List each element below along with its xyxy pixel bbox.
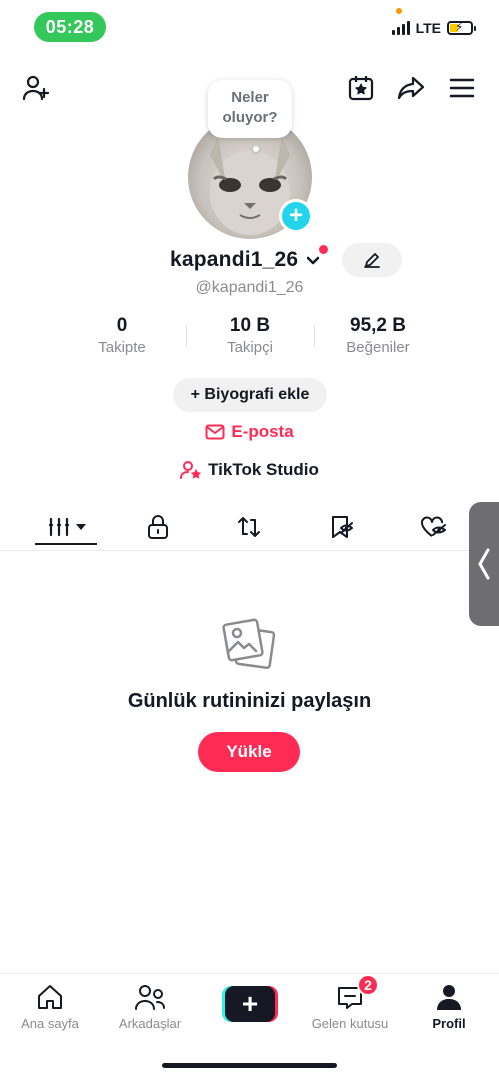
username[interactable]: kapandi1_26 (170, 248, 298, 272)
pencil-icon (364, 253, 380, 268)
add-friend-button[interactable] (18, 70, 54, 106)
stat-label: Takipte (98, 339, 146, 356)
plus-icon: + (225, 986, 275, 1022)
nav-label: Ana sayfa (21, 1016, 79, 1031)
status-indicators: LTE ⚡ (391, 20, 476, 36)
inbox-badge: 2 (357, 974, 379, 996)
status-bar: 05:28 LTE ⚡ (0, 0, 499, 48)
nav-home[interactable]: Ana sayfa (5, 980, 95, 1031)
nav-friends[interactable]: Arkadaşlar (105, 980, 195, 1031)
chevron-down-icon[interactable] (305, 252, 321, 268)
add-user-icon (22, 75, 50, 101)
tab-private[interactable] (131, 509, 185, 545)
upload-button[interactable]: Yükle (198, 732, 300, 772)
mail-icon (205, 424, 225, 440)
empty-state-title: Günlük rutininizi paylaşın (127, 690, 372, 712)
friends-icon (135, 985, 165, 1010)
creator-star-icon (180, 461, 202, 479)
add-story-button[interactable]: + (279, 199, 313, 233)
nav-inbox[interactable]: 2 Gelen kutusu (305, 974, 395, 1031)
email-label: E-posta (231, 422, 294, 441)
share-arrow-icon (397, 76, 425, 100)
tab-videos[interactable] (39, 509, 93, 545)
create-button[interactable]: + (222, 986, 278, 1022)
add-bio-button[interactable]: + Biyografi ekle (173, 378, 327, 412)
privacy-indicator-dot (396, 8, 402, 14)
user-handle: @kapandi1_26 (195, 279, 304, 296)
stat-value: 95,2 B (350, 315, 406, 336)
repost-icon (238, 517, 260, 537)
nav-label: Gelen kutusu (311, 1016, 389, 1031)
bookmark-hidden-icon (332, 516, 353, 538)
tiktok-studio-link[interactable]: TikTok Studio (0, 460, 499, 480)
calendar-star-icon (348, 76, 374, 101)
nav-label: Profil (432, 1016, 466, 1031)
edit-profile-button[interactable] (342, 243, 402, 277)
chevron-left-icon (478, 548, 490, 580)
hamburger-icon (449, 78, 475, 98)
tab-favorites[interactable] (315, 509, 369, 545)
stats-row: 0 Takipte 10 B Takipçi 95,2 B Beğeniler (58, 314, 442, 362)
stat-label: Beğeniler (346, 339, 410, 356)
tab-liked[interactable] (407, 509, 461, 545)
email-link[interactable]: E-posta (0, 422, 499, 442)
status-time: 05:28 (34, 12, 106, 42)
nav-label: Arkadaşlar (118, 1016, 182, 1031)
stat-value: 0 (116, 315, 128, 336)
profile-icon (437, 985, 461, 1010)
status-bubble[interactable]: Neler oluyor? (208, 80, 292, 152)
stat-following[interactable]: 0 Takipte (58, 314, 186, 362)
studio-label: TikTok Studio (208, 460, 319, 479)
lock-icon (148, 515, 168, 539)
battery-icon: ⚡ (447, 20, 476, 35)
home-icon (38, 985, 62, 1009)
grid-icon (48, 517, 86, 537)
share-button[interactable] (393, 70, 429, 106)
username-row: kapandi1_26 (0, 244, 499, 278)
stat-value: 10 B (229, 315, 271, 336)
signal-icon (391, 21, 410, 35)
photos-icon (220, 616, 280, 674)
home-indicator (162, 1063, 337, 1068)
nav-profile[interactable]: Profil (404, 980, 494, 1031)
stat-followers[interactable]: 10 B Takipçi (186, 314, 314, 362)
active-tab-indicator (35, 543, 97, 545)
side-panel-handle[interactable] (469, 502, 499, 626)
tab-reposts[interactable] (222, 509, 276, 545)
notification-dot (319, 245, 328, 254)
menu-button[interactable] (444, 70, 480, 106)
stat-label: Takipçi (227, 339, 273, 356)
network-label: LTE (415, 20, 441, 36)
heart-hidden-icon (421, 516, 446, 537)
bottom-nav: Ana sayfa Arkadaşlar + 2 Gelen kutusu Pr… (0, 973, 499, 1045)
calendar-button[interactable] (343, 70, 379, 106)
stat-likes[interactable]: 95,2 B Beğeniler (314, 314, 442, 362)
